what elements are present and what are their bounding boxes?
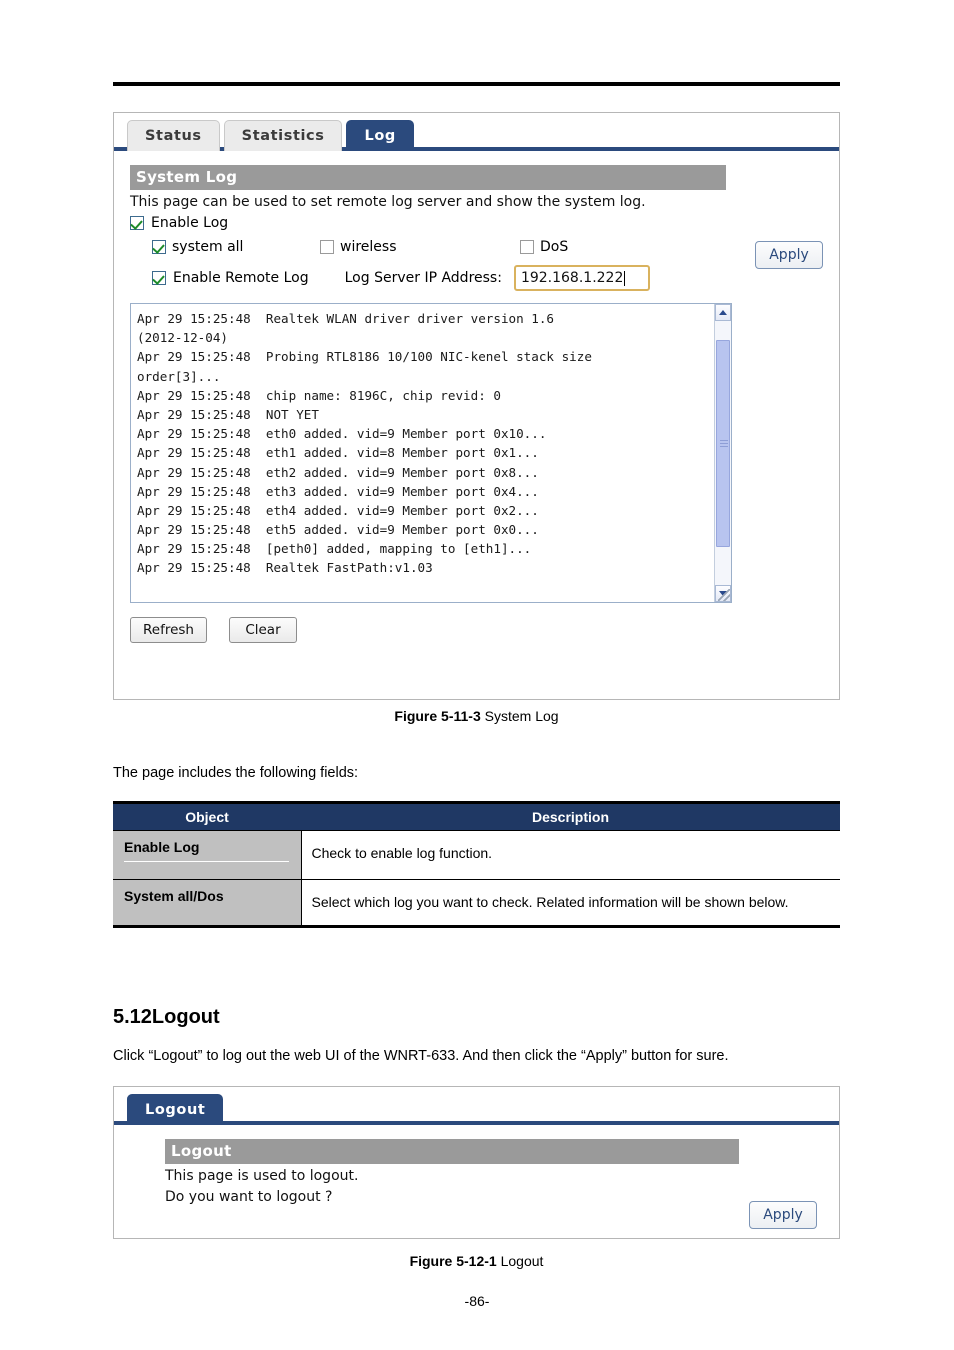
log-line: Apr 29 15:25:48 eth5 added. vid=9 Member… [137, 522, 539, 538]
table-bottom-rule [113, 925, 840, 928]
scrollbar-thumb[interactable] [716, 340, 730, 547]
log-server-ip-label: Log Server IP Address: [344, 270, 502, 286]
table-cell-object-text: System all/Dos [124, 888, 224, 904]
table-row: Enable Log Check to enable log function. [113, 830, 840, 880]
section-title-logout: Logout [165, 1139, 739, 1164]
scroll-up-arrow-icon[interactable] [715, 304, 731, 321]
tab-strip: Status Statistics Log [114, 113, 839, 151]
table-cell-description: Select which log you want to check. Rela… [301, 879, 840, 925]
tab-status[interactable]: Status [127, 120, 220, 151]
log-scrollbar[interactable] [714, 304, 731, 602]
page-header-rule [113, 82, 840, 86]
figure-caption-5-12-1: Figure 5-12-1 Logout [113, 1253, 840, 1269]
system-log-screenshot-panel: Status Statistics Log System Log This pa… [113, 112, 840, 700]
option-dos[interactable]: DoS [520, 239, 568, 255]
log-line: Apr 29 15:25:48 Realtek FastPath:v1.03 [137, 560, 433, 576]
option-system-all[interactable]: system all [152, 239, 320, 255]
figure-caption-5-11-3-number: Figure 5-11-3 [394, 708, 481, 724]
apply-button[interactable]: Apply [755, 241, 823, 269]
log-server-ip-input[interactable]: 192.168.1.222 [513, 265, 650, 291]
fields-table: Object Description Enable Log Check to e… [113, 801, 840, 928]
section-title-system-log: System Log [130, 165, 726, 190]
logout-apply-button-label: Apply [763, 1207, 803, 1223]
page-number: -86- [464, 1293, 490, 1309]
system-all-checkbox[interactable] [152, 240, 166, 254]
text-caret [624, 270, 626, 286]
figure-caption-5-12-1-text: Logout [496, 1253, 544, 1269]
section-heading-logout: 5.12Logout [113, 1006, 220, 1028]
clear-button[interactable]: Clear [228, 617, 297, 643]
table-header-object: Object [113, 804, 301, 831]
tab-log[interactable]: Log [346, 120, 414, 151]
scrollbar-grip-icon [720, 439, 728, 448]
log-line: Apr 29 15:25:48 eth0 added. vid=9 Member… [137, 426, 547, 442]
log-line: Apr 29 15:25:48 eth1 added. vid=8 Member… [137, 445, 539, 461]
log-server-ip-value: 192.168.1.222 [520, 270, 624, 286]
option-wireless[interactable]: wireless [320, 239, 520, 255]
logout-line-2: Do you want to logout ? [165, 1189, 333, 1205]
resize-handle-icon[interactable] [718, 589, 730, 601]
object-cell-divider [124, 861, 289, 871]
system-log-textarea[interactable]: Apr 29 15:25:48 Realtek WLAN driver driv… [130, 303, 732, 603]
wireless-label: wireless [340, 239, 397, 255]
enable-log-label: Enable Log [151, 215, 229, 231]
figure-caption-5-11-3-text: System Log [480, 708, 559, 724]
logout-body: Logout This page is used to logout. Do y… [114, 1125, 839, 1229]
refresh-button-label: Refresh [143, 622, 194, 638]
logout-line-1: This page is used to logout. [165, 1168, 359, 1184]
logout-intro-text: Click “Logout” to log out the web UI of … [113, 1048, 729, 1064]
log-line: Apr 29 15:25:48 NOT YET [137, 406, 319, 422]
table-cell-object: Enable Log [113, 830, 302, 880]
log-line: Apr 29 15:25:48 Realtek WLAN driver driv… [137, 311, 555, 326]
apply-button-label: Apply [769, 247, 809, 263]
log-line: Apr 29 15:25:48 eth2 added. vid=9 Member… [137, 464, 539, 480]
log-line: Apr 29 15:25:48 chip name: 8196C, chip r… [137, 387, 501, 403]
dos-label: DoS [540, 239, 569, 255]
logout-screenshot-panel: Logout Logout This page is used to logou… [113, 1086, 840, 1239]
logout-tab-strip: Logout [114, 1087, 839, 1125]
table-cell-object-text: Enable Log [124, 839, 200, 855]
system-log-text: Apr 29 15:25:48 Realtek WLAN driver driv… [131, 304, 709, 578]
log-type-options: system all wireless DoS [152, 239, 823, 255]
refresh-button[interactable]: Refresh [130, 617, 207, 643]
enable-remote-log-checkbox[interactable] [152, 271, 166, 285]
tab-status-label: Status [145, 128, 202, 144]
tab-statistics[interactable]: Statistics [223, 120, 343, 151]
tab-log-label: Log [364, 128, 396, 144]
log-line: Apr 29 15:25:48 Probing RTL8186 10/100 N… [137, 349, 592, 365]
figure-caption-5-11-3: Figure 5-11-3 System Log [113, 708, 840, 724]
log-line: (2012-12-04) [137, 330, 228, 346]
system-log-description: This page can be used to set remote log … [130, 194, 646, 210]
log-line: Apr 29 15:25:48 eth3 added. vid=9 Member… [137, 483, 539, 499]
remote-log-row: Enable Remote Log Log Server IP Address:… [152, 265, 823, 291]
tab-logout-label: Logout [145, 1102, 206, 1118]
enable-log-checkbox[interactable] [130, 216, 144, 230]
logout-apply-button[interactable]: Apply [749, 1201, 817, 1229]
fields-intro-text: The page includes the following fields: [113, 765, 359, 781]
enable-log-row[interactable]: Enable Log [130, 215, 823, 231]
dos-checkbox[interactable] [520, 240, 534, 254]
table-cell-description: Check to enable log function. [301, 830, 840, 880]
system-all-label: system all [172, 239, 244, 255]
table-header-description: Description [301, 804, 840, 831]
log-line: Apr 29 15:25:48 eth4 added. vid=9 Member… [137, 502, 539, 518]
enable-remote-log-label: Enable Remote Log [173, 270, 309, 286]
table-header-row: Object Description [113, 804, 840, 831]
log-line: order[3]... [137, 368, 221, 384]
wireless-checkbox[interactable] [320, 240, 334, 254]
log-action-buttons: Refresh Clear [130, 617, 823, 643]
system-log-body: System Log This page can be used to set … [114, 151, 839, 643]
tab-logout[interactable]: Logout [127, 1094, 224, 1125]
tab-statistics-label: Statistics [241, 128, 325, 144]
figure-caption-5-12-1-number: Figure 5-12-1 [409, 1253, 497, 1269]
log-line: Apr 29 15:25:48 [peth0] added, mapping t… [137, 541, 532, 557]
table-row: System all/Dos Select which log you want… [113, 879, 840, 925]
clear-button-label: Clear [245, 622, 281, 638]
table-cell-object: System all/Dos [113, 879, 302, 925]
